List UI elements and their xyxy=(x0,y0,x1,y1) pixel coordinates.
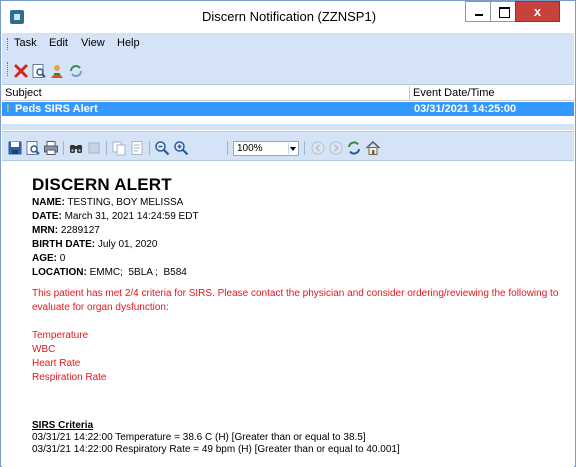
alert-message: This patient has met 2/4 criteria for SI… xyxy=(32,288,559,313)
list-item: Heart Rate xyxy=(32,358,81,369)
zoom-out-icon[interactable] xyxy=(154,140,170,156)
birth-date-field: BIRTH DATE: July 01, 2020 xyxy=(32,239,158,250)
list-item: Temperature xyxy=(32,330,89,341)
menu-view[interactable]: View xyxy=(81,37,105,49)
mrn-field: MRN: 2289127 xyxy=(32,225,100,236)
forward-icon[interactable] xyxy=(328,140,344,156)
find-next-icon[interactable] xyxy=(86,140,102,156)
list-item: Respiration Rate xyxy=(32,372,107,383)
toolbar-separator xyxy=(106,141,107,155)
notification-list-header: Subject Event Date/Time xyxy=(2,86,574,101)
event-date-column-header[interactable]: Event Date/Time xyxy=(410,86,574,101)
row-subject: Peds SIRS Alert xyxy=(15,103,98,115)
chevron-down-icon[interactable] xyxy=(288,143,297,154)
menu-task[interactable]: Task xyxy=(14,37,37,49)
sirs-criteria-heading: SIRS Criteria xyxy=(32,420,94,431)
delete-icon[interactable] xyxy=(13,63,29,79)
home-icon[interactable] xyxy=(365,140,381,156)
minimize-button[interactable] xyxy=(465,1,491,22)
pane-splitter[interactable] xyxy=(2,124,574,130)
criteria-line: 03/31/21 14:22:00 Temperature = 38.6 C (… xyxy=(32,432,366,443)
task-toolbar xyxy=(2,55,574,85)
title-bar[interactable]: Discern Notification (ZZNSP1) x xyxy=(1,1,575,33)
refresh-icon[interactable] xyxy=(68,63,84,79)
menu-bar: Task Edit View Help xyxy=(2,33,574,55)
menu-edit[interactable]: Edit xyxy=(49,37,68,49)
page-setup-icon[interactable] xyxy=(129,140,145,156)
find-icon[interactable] xyxy=(68,140,84,156)
toolbar-separator xyxy=(149,141,150,155)
list-item: WBC xyxy=(32,344,56,355)
maximize-button[interactable] xyxy=(490,1,516,22)
zoom-value: 100% xyxy=(237,143,263,154)
back-icon[interactable] xyxy=(310,140,326,156)
toolbar-separator xyxy=(227,141,228,155)
row-event-date: 03/31/2021 14:25:00 xyxy=(414,103,517,115)
close-button[interactable]: x xyxy=(515,1,560,22)
document-heading: DISCERN ALERT xyxy=(32,175,172,194)
preview-icon[interactable] xyxy=(31,63,47,79)
evaluation-list: Temperature WBC Heart Rate Respiration R… xyxy=(32,329,562,385)
menu-grip xyxy=(7,38,9,50)
copy-icon[interactable] xyxy=(111,140,127,156)
toolbar-grip xyxy=(7,62,9,76)
print-preview-icon[interactable] xyxy=(25,140,41,156)
toolbar-separator xyxy=(304,141,305,155)
name-field: NAME: TESTING, BOY MELISSA xyxy=(32,197,184,208)
save-icon[interactable] xyxy=(7,140,23,156)
notification-window: Discern Notification (ZZNSP1) x Task Edi… xyxy=(0,0,576,467)
close-icon: x xyxy=(533,4,542,19)
user-icon[interactable] xyxy=(49,63,65,79)
priority-flag-icon: ! xyxy=(6,103,10,115)
menu-help[interactable]: Help xyxy=(117,37,140,49)
reload-icon[interactable] xyxy=(346,140,362,156)
alert-document: DISCERN ALERT NAME: TESTING, BOY MELISSA… xyxy=(2,162,574,467)
list-row[interactable]: ! Peds SIRS Alert 03/31/2021 14:25:00 xyxy=(2,102,574,116)
toolbar-separator xyxy=(63,141,64,155)
criteria-line: 03/31/21 14:22:00 Respiratory Rate = 49 … xyxy=(32,444,400,455)
zoom-select[interactable]: 100% xyxy=(233,141,299,156)
print-icon[interactable] xyxy=(43,140,59,156)
subject-column-header[interactable]: Subject xyxy=(2,86,410,101)
date-field: DATE: March 31, 2021 14:24:59 EDT xyxy=(32,211,199,222)
age-field: AGE: 0 xyxy=(32,253,66,264)
zoom-in-icon[interactable] xyxy=(173,140,189,156)
location-field: LOCATION: EMMC; 5BLA ; B584 xyxy=(32,267,187,278)
viewer-toolbar: 100% xyxy=(2,131,574,161)
